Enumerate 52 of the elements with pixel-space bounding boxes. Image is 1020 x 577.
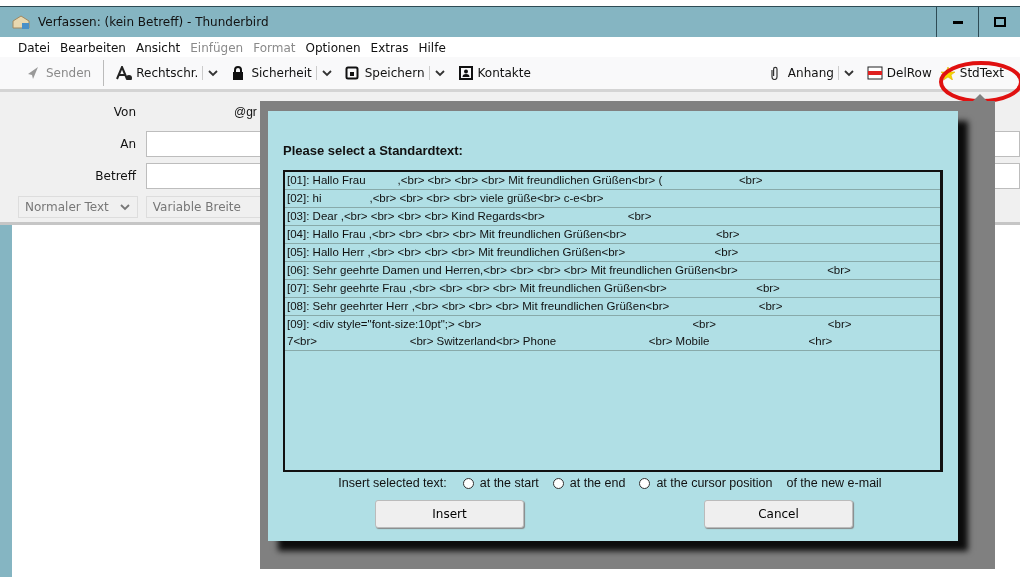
spellcheck-icon <box>116 66 133 80</box>
dialog-heading: Please select a Standardtext: <box>283 143 464 158</box>
save-icon <box>344 66 361 80</box>
window-title: Verfassen: (kein Betreff) - Thunderbird <box>38 15 269 29</box>
dialog-button[interactable]: Cancel <box>704 500 853 528</box>
list-item[interactable]: [03]: Dear ,<br> <br> <br> <br> Kind Regards<br> <br> <box>285 208 940 226</box>
list-item[interactable]: [01]: Hallo Frau ,<br> <br> <br> <br> Mit freundlichen Grüßen<br> ( <br> <box>285 172 940 190</box>
toolbar-button[interactable]: Speichern <box>340 64 429 82</box>
menu-item[interactable]: Ansicht <box>135 41 181 55</box>
envelope-icon <box>12 15 30 29</box>
radio-button[interactable] <box>639 477 651 489</box>
radio-button[interactable] <box>462 477 474 489</box>
toolbar-button[interactable]: Kontakte <box>453 64 535 82</box>
suffix-label: of the new e-mail <box>786 476 882 490</box>
radio-option[interactable]: at the start <box>462 476 539 490</box>
field-label: Von <box>112 105 137 119</box>
list-item[interactable]: [02]: hi ,<br> <br> <br> <br> viele grüße<br> c-e<br> <box>285 190 940 208</box>
dialog-button[interactable]: Insert <box>375 500 524 528</box>
field-label: Betreff <box>94 169 138 183</box>
menu-item[interactable]: Bearbeiten <box>60 41 126 55</box>
toolbar-button[interactable]: Rechtschr. <box>112 64 203 82</box>
caret-icon <box>207 68 220 78</box>
menu-item[interactable]: Hilfe <box>418 41 446 55</box>
caret-icon <box>842 68 855 78</box>
list-item[interactable]: [05]: Hallo Herr ,<br> <br> <br> <br> Mit freundlichen Grüßen<br> <br> <box>285 244 940 262</box>
toolbar-button[interactable]: StdText <box>935 64 1008 82</box>
minimize-icon <box>952 20 963 24</box>
field-label: An <box>119 137 137 151</box>
menu-item[interactable]: Optionen <box>305 41 361 55</box>
list-item[interactable]: [06]: Sehr geehrte Damen und Herren,<br> <br> <br> <br> Mit freundlichen Grüßen<br> <br> <box>285 262 940 280</box>
radio-option[interactable]: at the cursor position <box>639 476 773 490</box>
insert-label: Insert selected text: <box>338 476 447 490</box>
list-item[interactable]: [07]: Sehr geehrte Frau ,<br> <br> <br> <br> Mit freundlichen Grüßen<br> <br> <box>285 280 940 298</box>
maximize-icon <box>993 16 1006 28</box>
toolbar-button[interactable]: Sicherheit <box>227 64 316 82</box>
radio-option[interactable]: at the end <box>552 476 626 490</box>
caret-icon <box>118 202 131 212</box>
menu-item[interactable]: Datei <box>18 41 50 55</box>
paragraph-format-dropdown[interactable]: Normaler Text <box>18 196 138 218</box>
caret-icon <box>320 68 333 78</box>
list-item[interactable]: [08]: Sehr geehrter Herr ,<br> <br> <br> <br> Mit freundlichen Grüßen<br> <br> <box>285 298 940 316</box>
toolbar-button[interactable]: DelRow <box>862 64 936 82</box>
star-icon <box>939 66 956 80</box>
list-item[interactable]: [09]: <div style="font-size:10pt";> <br> <br> <br> 7<br> <br> Switzerland<br> Phone <br> Mobile <hr> <box>285 316 940 351</box>
menu-item[interactable]: Extras <box>370 41 409 55</box>
table-row-icon <box>866 66 883 80</box>
caret-icon <box>433 68 446 78</box>
sender-address: @gr <box>234 105 257 119</box>
contacts-icon <box>457 66 474 80</box>
list-item[interactable]: [04]: Hallo Frau ,<br> <br> <br> <br> Mit freundlichen Grüßen<br> <br> <box>285 226 940 244</box>
toolbar-button[interactable]: Anhang <box>763 64 838 82</box>
radio-button[interactable] <box>552 477 564 489</box>
